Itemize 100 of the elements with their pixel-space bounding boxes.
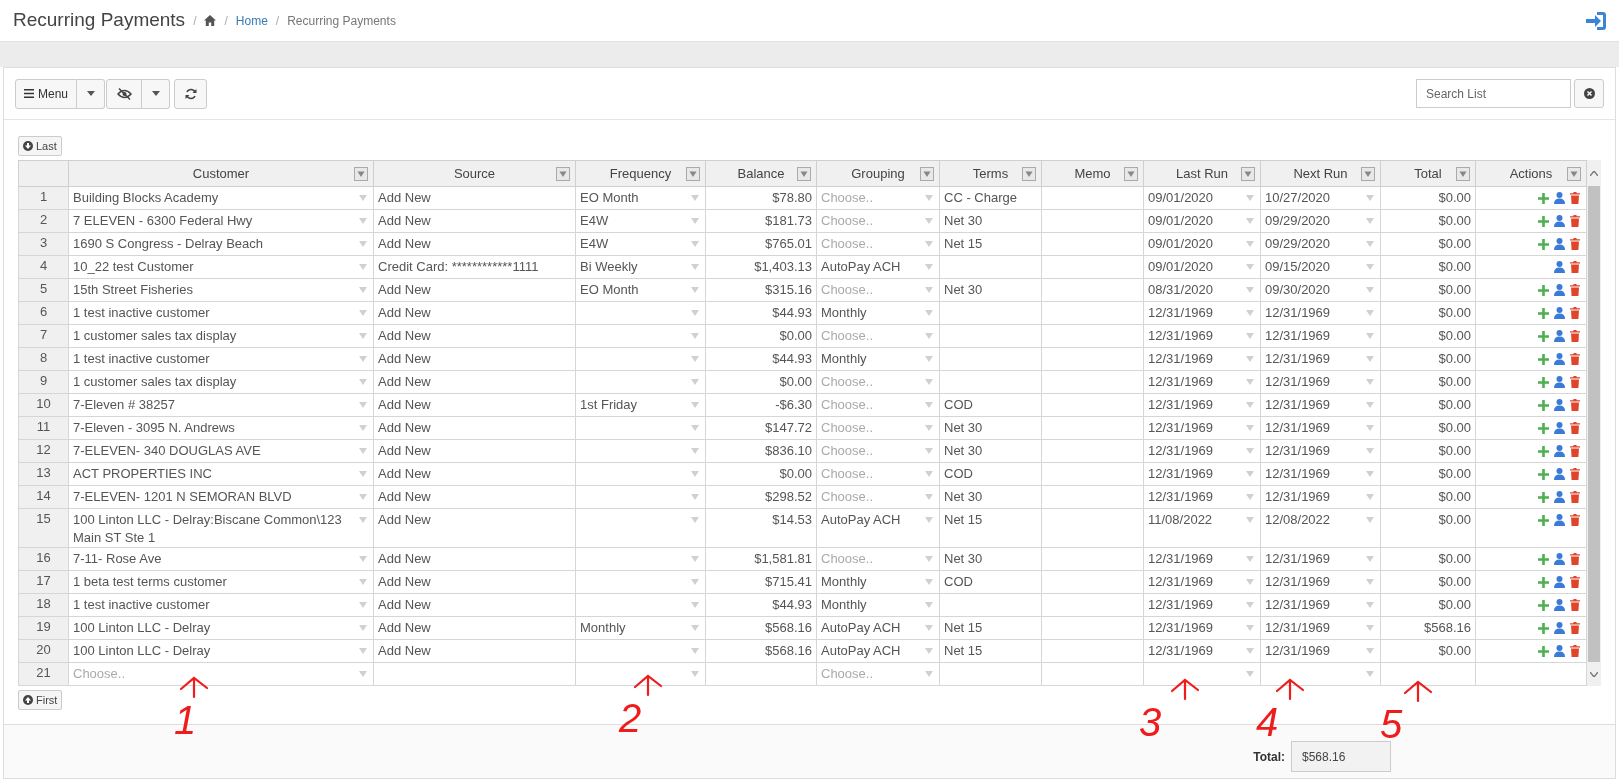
add-icon[interactable] [1538, 468, 1549, 480]
table-row[interactable]: 18 1 test inactive customer Add New $44.93 Monthly 12/31/1969 12/31/1969 $0.00 [18, 593, 1587, 617]
user-icon[interactable] [1554, 330, 1565, 342]
trash-icon[interactable] [1570, 399, 1580, 411]
filter-icon[interactable] [1456, 167, 1470, 181]
add-icon[interactable] [1538, 330, 1549, 342]
filter-icon[interactable] [1567, 167, 1581, 181]
table-row[interactable]: 2 7 ELEVEN - 6300 Federal Hwy Add New E4W $181.73 Choose.. Net 30 09/01/2020 09/29/2020 $0.00 [18, 209, 1587, 233]
column-header[interactable]: Customer [192, 165, 250, 181]
trash-icon[interactable] [1570, 645, 1580, 657]
user-icon[interactable] [1554, 622, 1565, 634]
add-icon[interactable] [1538, 445, 1549, 457]
add-icon[interactable] [1538, 514, 1549, 526]
add-icon[interactable] [1538, 622, 1549, 634]
refresh-button[interactable] [174, 78, 208, 109]
user-icon[interactable] [1554, 215, 1565, 227]
filter-icon[interactable] [1361, 167, 1375, 181]
add-icon[interactable] [1538, 307, 1549, 319]
trash-icon[interactable] [1570, 215, 1580, 227]
table-row[interactable]: 4 10_22 test Customer Credit Card: ************1111 Bi Weekly $1,403.13 AutoPay ACH 09/01/2020 09/15/2020 $0.00 [18, 255, 1587, 279]
filter-icon[interactable] [686, 167, 700, 181]
table-row[interactable]: 15 100 Linton LLC - Delray:Biscane Common\123 Main ST Ste 1 Add New $14.53 AutoPay ACH Net 15 11/08/2022 12/08/2022 $0.00 [18, 508, 1587, 548]
filter-icon[interactable] [1022, 167, 1036, 181]
menu-button[interactable]: Menu [15, 78, 78, 109]
user-icon[interactable] [1554, 599, 1565, 611]
user-icon[interactable] [1554, 576, 1565, 588]
add-icon[interactable] [1538, 399, 1549, 411]
trash-icon[interactable] [1570, 284, 1580, 296]
add-icon[interactable] [1538, 376, 1549, 388]
table-row[interactable]: 13 ACT PROPERTIES INC Add New $0.00 Choose.. COD 12/31/1969 12/31/1969 $0.00 [18, 462, 1587, 486]
user-icon[interactable] [1554, 284, 1565, 296]
table-row[interactable]: 9 1 customer sales tax display Add New $0.00 Choose.. 12/31/1969 12/31/1969 $0.00 [18, 370, 1587, 394]
trash-icon[interactable] [1570, 553, 1580, 565]
table-row[interactable]: 8 1 test inactive customer Add New $44.93 Monthly 12/31/1969 12/31/1969 $0.00 [18, 347, 1587, 371]
scroll-down-icon[interactable] [1590, 671, 1598, 677]
user-icon[interactable] [1554, 422, 1565, 434]
breadcrumb-link[interactable]: Home [235, 11, 268, 30]
table-row[interactable]: 6 1 test inactive customer Add New $44.93 Monthly 12/31/1969 12/31/1969 $0.00 [18, 301, 1587, 325]
filter-icon[interactable] [797, 167, 811, 181]
filter-icon[interactable] [1124, 167, 1138, 181]
column-header[interactable]: Total [1414, 165, 1442, 181]
trash-icon[interactable] [1570, 491, 1580, 503]
visibility-button[interactable] [106, 78, 143, 109]
user-icon[interactable] [1554, 468, 1565, 480]
table-row[interactable]: 10 7-Eleven # 38257 Add New 1st Friday -$6.30 Choose.. COD 12/31/1969 12/31/1969 $0.00 [18, 393, 1587, 417]
filter-icon[interactable] [556, 167, 570, 181]
add-icon[interactable] [1538, 238, 1549, 250]
add-icon[interactable] [1538, 553, 1549, 565]
user-icon[interactable] [1554, 553, 1565, 565]
user-icon[interactable] [1554, 353, 1565, 365]
trash-icon[interactable] [1570, 192, 1580, 204]
trash-icon[interactable] [1570, 307, 1580, 319]
filter-icon[interactable] [354, 167, 368, 181]
table-row[interactable]: 7 1 customer sales tax display Add New $0.00 Choose.. 12/31/1969 12/31/1969 $0.00 [18, 324, 1587, 348]
trash-icon[interactable] [1570, 622, 1580, 634]
trash-icon[interactable] [1570, 376, 1580, 388]
user-icon[interactable] [1554, 376, 1565, 388]
scrollbar[interactable] [1587, 160, 1601, 686]
trash-icon[interactable] [1570, 576, 1580, 588]
table-row[interactable]: 21 Choose.. Choose.. [18, 662, 1587, 686]
user-icon[interactable] [1554, 307, 1565, 319]
scroll-up-icon[interactable] [1590, 170, 1598, 176]
user-icon[interactable] [1554, 445, 1565, 457]
user-icon[interactable] [1554, 261, 1565, 273]
table-row[interactable]: 12 7-ELEVEN- 340 DOUGLAS AVE Add New $836.10 Choose.. Net 30 12/31/1969 12/31/1969 $0.00 [18, 439, 1587, 463]
user-icon[interactable] [1554, 238, 1565, 250]
user-icon[interactable] [1554, 491, 1565, 503]
table-row[interactable]: 17 1 beta test terms customer Add New $715.41 Monthly COD 12/31/1969 12/31/1969 $0.00 [18, 570, 1587, 594]
user-icon[interactable] [1554, 192, 1565, 204]
add-icon[interactable] [1538, 192, 1549, 204]
table-row[interactable]: 20 100 Linton LLC - Delray Add New $568.16 AutoPay ACH Net 15 12/31/1969 12/31/1969 $0.00 [18, 639, 1587, 663]
last-button[interactable]: Last [18, 136, 62, 156]
add-icon[interactable] [1538, 284, 1549, 296]
filter-icon[interactable] [920, 167, 934, 181]
first-button[interactable]: First [18, 690, 63, 710]
filter-icon[interactable] [1241, 167, 1255, 181]
column-header[interactable]: Source [453, 165, 496, 181]
table-row[interactable]: 19 100 Linton LLC - Delray Add New Monthly $568.16 AutoPay ACH Net 15 12/31/1969 12/31/1969 $568.16 [18, 616, 1587, 640]
user-icon[interactable] [1554, 514, 1565, 526]
trash-icon[interactable] [1570, 261, 1580, 273]
table-row[interactable]: 1 Building Blocks Academy Add New EO Month $78.80 Choose.. CC - Charge 09/01/2020 10/27/2020 $0.00 [18, 186, 1587, 210]
trash-icon[interactable] [1570, 353, 1580, 365]
add-icon[interactable] [1538, 599, 1549, 611]
trash-icon[interactable] [1570, 468, 1580, 480]
table-row[interactable]: 3 1690 S Congress - Delray Beach Add New E4W $765.01 Choose.. Net 15 09/01/2020 09/29/2020 $0.00 [18, 232, 1587, 256]
user-icon[interactable] [1554, 399, 1565, 411]
add-icon[interactable] [1538, 491, 1549, 503]
table-row[interactable]: 11 7-Eleven - 3095 N. Andrews Add New $147.72 Choose.. Net 30 12/31/1969 12/31/1969 $0.00 [18, 416, 1587, 440]
add-icon[interactable] [1538, 576, 1549, 588]
table-row[interactable]: 14 7-ELEVEN- 1201 N SEMORAN BLVD Add New $298.52 Choose.. Net 30 12/31/1969 12/31/1969 $0.00 [18, 485, 1587, 509]
table-row[interactable]: 5 15th Street Fisheries Add New EO Month $315.16 Choose.. Net 30 08/31/2020 09/30/2020 $0.00 [18, 278, 1587, 302]
clear-search-button[interactable] [1574, 79, 1604, 108]
home-icon[interactable] [204, 15, 217, 26]
trash-icon[interactable] [1570, 422, 1580, 434]
add-icon[interactable] [1538, 645, 1549, 657]
add-icon[interactable] [1538, 353, 1549, 365]
add-icon[interactable] [1538, 422, 1549, 434]
search-field[interactable]: Search List [1416, 79, 1571, 108]
trash-icon[interactable] [1570, 445, 1580, 457]
user-icon[interactable] [1554, 645, 1565, 657]
